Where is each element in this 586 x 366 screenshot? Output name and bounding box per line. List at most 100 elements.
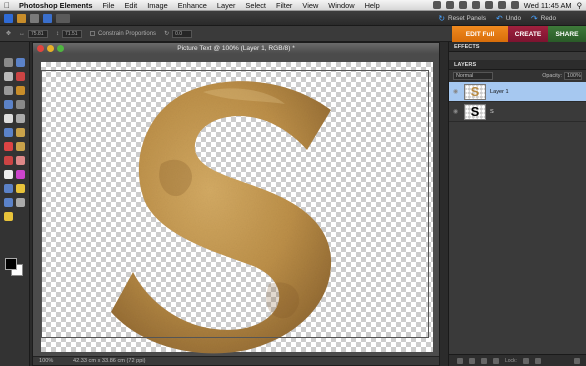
paint-bucket-tool-icon[interactable] (4, 184, 13, 193)
app-window:  Photoshop Elements File Edit Image Enh… (0, 0, 586, 366)
lasso-tool-icon[interactable] (16, 86, 25, 95)
visibility-eye-icon[interactable]: ◉ (453, 108, 460, 115)
lock-transparency-icon[interactable] (522, 357, 529, 364)
zoom-tool-icon[interactable] (16, 58, 25, 67)
new-layer-icon[interactable] (457, 357, 463, 364)
wifi-icon[interactable] (484, 1, 493, 9)
clock-icon[interactable] (458, 1, 467, 9)
sync-icon[interactable] (445, 1, 454, 9)
brush-tool-icon[interactable] (4, 170, 13, 179)
move-tool-option-icon[interactable]: ✥ (6, 30, 11, 37)
sponge-tool-icon[interactable] (4, 212, 13, 221)
angle-option: ↻ 0.0 (164, 29, 193, 38)
angle-field[interactable]: 0.0 (172, 29, 193, 38)
menu-file[interactable]: File (98, 1, 120, 10)
dropbox-icon[interactable] (432, 1, 441, 9)
hand-tool-icon[interactable] (4, 72, 13, 81)
trash-icon[interactable] (574, 357, 580, 364)
quick-selection-tool-icon[interactable] (16, 100, 25, 109)
menu-enhance[interactable]: Enhance (173, 1, 212, 10)
reset-icon: ↻ (438, 13, 446, 23)
visibility-eye-icon[interactable]: ◉ (453, 88, 460, 95)
marquee-tool-icon[interactable] (4, 86, 13, 95)
spot-healing-tool-icon[interactable] (16, 142, 25, 151)
volume-icon[interactable] (497, 1, 506, 9)
redo-icon: ↷ (531, 13, 538, 23)
red-eye-tool-icon[interactable] (4, 142, 13, 151)
layer-name: Layer 1 (490, 88, 509, 95)
workspace-menu-icon[interactable] (56, 13, 70, 23)
spotlight-icon[interactable]: ⚲ (577, 1, 582, 10)
constrain-option[interactable]: Constrain Proportions (90, 31, 156, 37)
minimize-window-icon[interactable] (47, 45, 54, 52)
blur-tool-icon[interactable] (16, 198, 25, 207)
adjustment-layer-icon[interactable] (469, 357, 475, 364)
create-tab[interactable]: CREATE (508, 26, 548, 42)
menu-filter[interactable]: Filter (271, 1, 297, 10)
menu-layer[interactable]: Layer (212, 1, 241, 10)
undo-button[interactable]: ↶ Undo (496, 14, 521, 23)
menu-window[interactable]: Window (323, 1, 359, 10)
battery-icon[interactable] (510, 1, 519, 9)
clone-stamp-tool-icon[interactable] (4, 156, 13, 165)
edit-full-tab[interactable]: EDIT Full (452, 26, 508, 42)
smart-brush-tool-icon[interactable] (16, 170, 25, 179)
gradient-tool-icon[interactable] (16, 184, 25, 193)
shape-tool-icon[interactable] (4, 198, 13, 207)
mask-icon[interactable] (493, 357, 499, 364)
tool-options-bar: ✥ ↔ 75.81 ↕ 71.51 Constrain Proportions ↻ 0… (0, 26, 586, 42)
lock-all-icon[interactable] (534, 357, 541, 364)
menu-clock[interactable]: Wed 11:45 AM (524, 1, 572, 10)
width-field[interactable]: 75.81 (28, 29, 49, 38)
undo-icon: ↶ (496, 13, 503, 23)
foreground-color-swatch[interactable] (5, 258, 17, 270)
menu-select[interactable]: Select (240, 1, 271, 10)
reset-panels-label: Reset Panels (448, 14, 487, 22)
type-tool-icon[interactable] (4, 114, 13, 123)
transform-bounding-box[interactable] (41, 70, 429, 338)
layer-row-s[interactable]: ◉ S S (449, 102, 586, 122)
bluetooth-icon[interactable] (471, 1, 480, 9)
app-menu[interactable]: Photoshop Elements (14, 1, 98, 10)
apple-menu-icon[interactable]:  (0, 1, 14, 10)
menu-edit[interactable]: Edit (119, 1, 142, 10)
height-field[interactable]: 71.51 (62, 29, 83, 38)
app-bar: ↻ Reset Panels ↶ Undo ↷ Redo (0, 11, 586, 26)
cookie-cutter-tool-icon[interactable] (4, 128, 13, 137)
menu-bar:  Photoshop Elements File Edit Image Enh… (0, 0, 586, 11)
open-icon[interactable] (30, 13, 39, 23)
lock-label: Lock: (505, 357, 517, 364)
move-tool-icon[interactable] (4, 58, 13, 67)
blend-mode-select[interactable]: Normal (453, 72, 493, 80)
crop-tool-icon[interactable] (16, 114, 25, 123)
pse-logo-icon[interactable] (4, 13, 13, 23)
layer-row-layer-1[interactable]: ◉ S Layer 1 (449, 82, 586, 102)
width-option: ↔ 75.81 (19, 29, 49, 38)
share-tab[interactable]: SHARE (548, 26, 586, 42)
menu-view[interactable]: View (297, 1, 323, 10)
document-title: Picture Text @ 100% (Layer 1, RGB/8) * (177, 45, 295, 52)
zoom-window-icon[interactable] (57, 45, 64, 52)
checkbox-icon[interactable] (90, 31, 96, 36)
opacity-field[interactable]: 100% (564, 72, 582, 80)
organizer-icon[interactable] (17, 13, 26, 23)
canvas-area[interactable] (33, 54, 439, 357)
app-actions: ↻ Reset Panels ↶ Undo ↷ Redo (438, 14, 586, 23)
eraser-tool-icon[interactable] (16, 156, 25, 165)
link-layers-icon[interactable] (481, 357, 487, 364)
redo-button[interactable]: ↷ Redo (531, 14, 556, 23)
effects-tab[interactable]: EFFECTS (449, 42, 586, 52)
straighten-tool-icon[interactable] (16, 128, 25, 137)
reset-panels-button[interactable]: ↻ Reset Panels (438, 14, 486, 23)
magic-wand-tool-icon[interactable] (4, 100, 13, 109)
layer-options-row: Normal Opacity: 100% (449, 70, 586, 82)
menu-image[interactable]: Image (142, 1, 173, 10)
help-icon[interactable] (43, 13, 52, 23)
layers-tab[interactable]: LAYERS (449, 60, 586, 70)
eyedropper-tool-icon[interactable] (16, 72, 25, 81)
constrain-label: Constrain Proportions (98, 30, 157, 37)
close-window-icon[interactable] (37, 45, 44, 52)
menu-help[interactable]: Help (360, 1, 385, 10)
menu-extras: Wed 11:45 AM ⚲ (432, 1, 586, 10)
zoom-level[interactable]: 100% (39, 358, 63, 364)
